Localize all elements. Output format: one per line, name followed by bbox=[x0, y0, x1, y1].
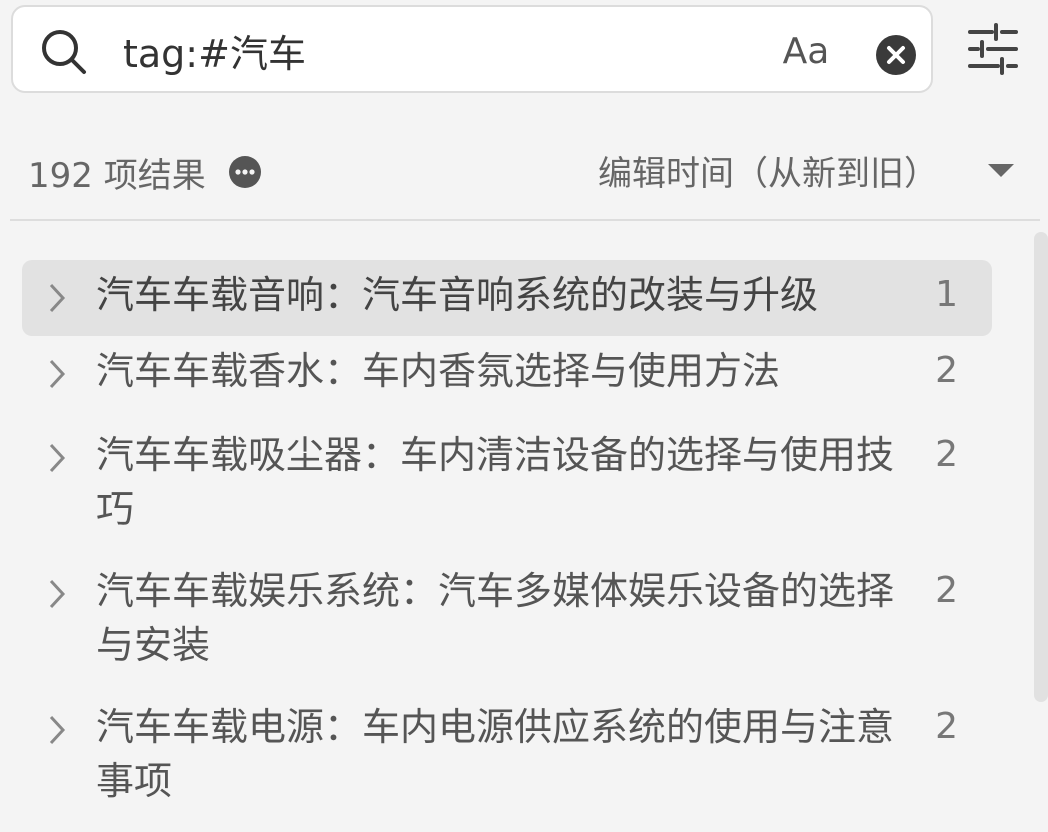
list-item[interactable]: 汽车车载音响：汽车音响系统的改装与升级 1 bbox=[22, 260, 992, 336]
divider bbox=[10, 219, 1040, 221]
result-count: 192 项结果 bbox=[28, 156, 206, 196]
chevron-right-icon[interactable] bbox=[46, 713, 68, 747]
match-count: 2 bbox=[935, 350, 958, 391]
close-circle-icon[interactable] bbox=[875, 34, 917, 76]
match-case-button[interactable]: Aa bbox=[771, 29, 841, 75]
caret-down-icon[interactable] bbox=[986, 160, 1016, 180]
search-icon bbox=[42, 30, 86, 74]
match-count: 1 bbox=[935, 274, 958, 315]
result-title: 汽车车载吸尘器：车内清洁设备的选择与使用技巧 bbox=[96, 433, 895, 531]
result-title: 汽车车载娱乐系统：汽车多媒体娱乐设备的选择与安装 bbox=[96, 569, 895, 667]
results-list: 汽车车载音响：汽车音响系统的改装与升级 1 汽车车载香水：车内香氛选择与使用方法… bbox=[22, 260, 992, 810]
more-horizontal-icon[interactable] bbox=[228, 155, 262, 189]
list-item[interactable]: 汽车车载娱乐系统：汽车多媒体娱乐设备的选择与安装 2 bbox=[22, 556, 992, 692]
list-item[interactable]: 汽车车载吸尘器：车内清洁设备的选择与使用技巧 2 bbox=[22, 420, 992, 556]
result-title: 汽车车载香水：车内香氛选择与使用方法 bbox=[96, 349, 781, 393]
chevron-right-icon[interactable] bbox=[46, 441, 68, 475]
chevron-right-icon[interactable] bbox=[46, 577, 68, 611]
match-count: 2 bbox=[935, 434, 958, 475]
chevron-right-icon[interactable] bbox=[46, 357, 68, 391]
search-box[interactable]: Aa bbox=[11, 5, 933, 93]
sliders-icon[interactable] bbox=[966, 22, 1020, 76]
scrollbar[interactable] bbox=[1034, 232, 1048, 702]
result-title: 汽车车载电源：车内电源供应系统的使用与注意事项 bbox=[96, 705, 895, 803]
list-item[interactable]: 汽车车载香水：车内香氛选择与使用方法 2 bbox=[22, 336, 992, 420]
match-count: 2 bbox=[935, 706, 958, 747]
sort-select[interactable]: 编辑时间（从新到旧） bbox=[598, 146, 938, 194]
result-title: 汽车车载音响：汽车音响系统的改装与升级 bbox=[96, 273, 819, 317]
chevron-right-icon[interactable] bbox=[46, 281, 68, 315]
match-count: 2 bbox=[935, 570, 958, 611]
list-item[interactable]: 汽车车载电源：车内电源供应系统的使用与注意事项 2 bbox=[22, 692, 992, 810]
search-input[interactable] bbox=[123, 23, 743, 77]
